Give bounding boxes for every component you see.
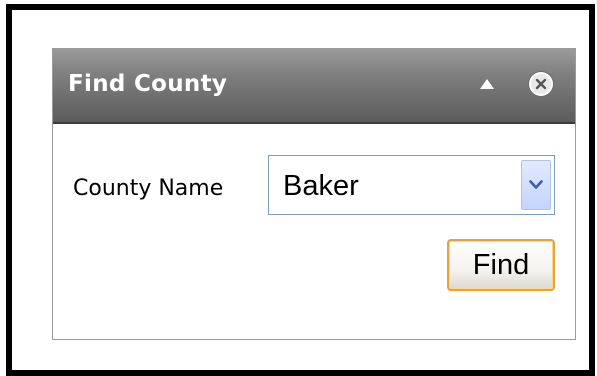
dropdown-button[interactable] [521,160,551,210]
county-name-label: County Name [73,176,224,201]
screenshot-frame: Find County County Name Baker Find [6,4,595,376]
county-name-value: Baker [283,170,359,202]
chevron-down-icon [529,180,543,189]
close-icon[interactable] [529,72,553,96]
triangle-up-icon[interactable] [480,79,494,89]
county-name-select[interactable]: Baker [268,155,555,215]
panel-titlebar: Find County [53,49,575,124]
find-button[interactable]: Find [447,239,555,291]
panel-title: Find County [68,71,228,97]
find-county-panel: Find County County Name Baker Find [52,48,576,340]
